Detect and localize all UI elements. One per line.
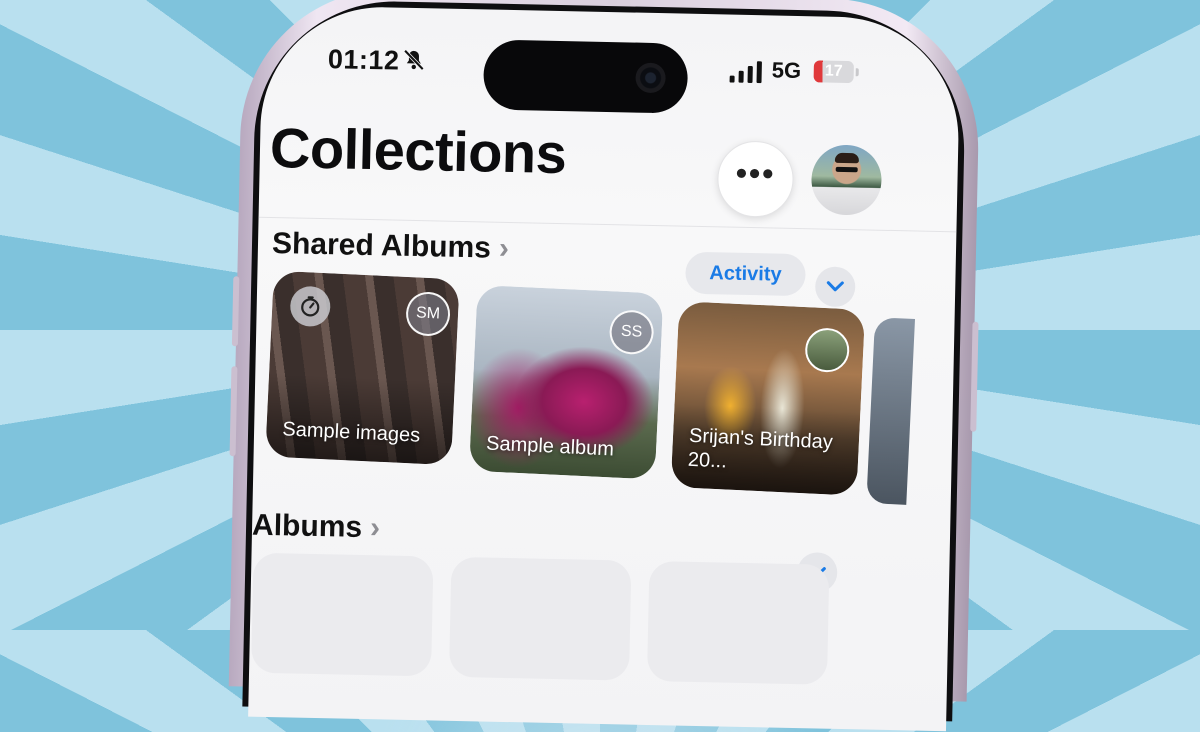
chevron-right-icon: › — [499, 232, 510, 265]
avatar[interactable] — [811, 144, 882, 215]
album-label: Sample images — [282, 417, 441, 448]
activity-button[interactable]: Activity — [685, 252, 806, 297]
shared-album-card[interactable]: SS Sample album — [469, 285, 664, 480]
signal-icon — [730, 61, 764, 84]
page-title: Collections — [269, 115, 567, 186]
phone-frame: 01:12 5G 17 Collections ••• Shared Album… — [229, 0, 981, 702]
shared-album-card-partial[interactable] — [866, 317, 915, 505]
chevron-down-icon — [825, 279, 845, 295]
camera-icon — [635, 63, 666, 94]
album-label: Srijan's Birthday 20... — [687, 424, 847, 479]
album-placeholder[interactable] — [647, 561, 829, 685]
battery-icon: 17 — [814, 60, 854, 83]
chevron-right-icon: › — [370, 511, 381, 544]
network-type: 5G — [771, 57, 801, 84]
album-placeholder[interactable] — [449, 557, 631, 681]
shared-album-card[interactable]: Srijan's Birthday 20... — [671, 301, 866, 496]
albums-title: Albums — [252, 509, 363, 544]
album-placeholder[interactable] — [251, 553, 433, 677]
albums-header[interactable]: Albums› — [252, 509, 381, 546]
dynamic-island — [483, 39, 688, 113]
bell-slash-icon — [402, 48, 426, 72]
shared-albums-collapse-button[interactable] — [815, 266, 856, 307]
shared-albums-title: Shared Albums — [272, 227, 492, 265]
avatar-hair — [835, 153, 859, 164]
status-time: 01:12 — [328, 44, 400, 76]
timer-icon — [289, 285, 331, 327]
member-badge: SM — [405, 291, 451, 337]
shared-albums-header[interactable]: Shared Albums› — [272, 227, 510, 266]
avatar-glasses — [836, 167, 858, 172]
battery-tip — [856, 68, 859, 76]
member-badge: SS — [609, 309, 655, 355]
phone-screen: 01:12 5G 17 Collections ••• Shared Album… — [248, 5, 961, 731]
shared-album-card[interactable]: SM Sample images — [265, 271, 460, 466]
volume-button — [232, 276, 239, 346]
volume-button — [230, 366, 238, 456]
member-avatar — [804, 327, 850, 373]
more-button[interactable]: ••• — [717, 140, 795, 218]
album-label: Sample album — [486, 432, 645, 463]
